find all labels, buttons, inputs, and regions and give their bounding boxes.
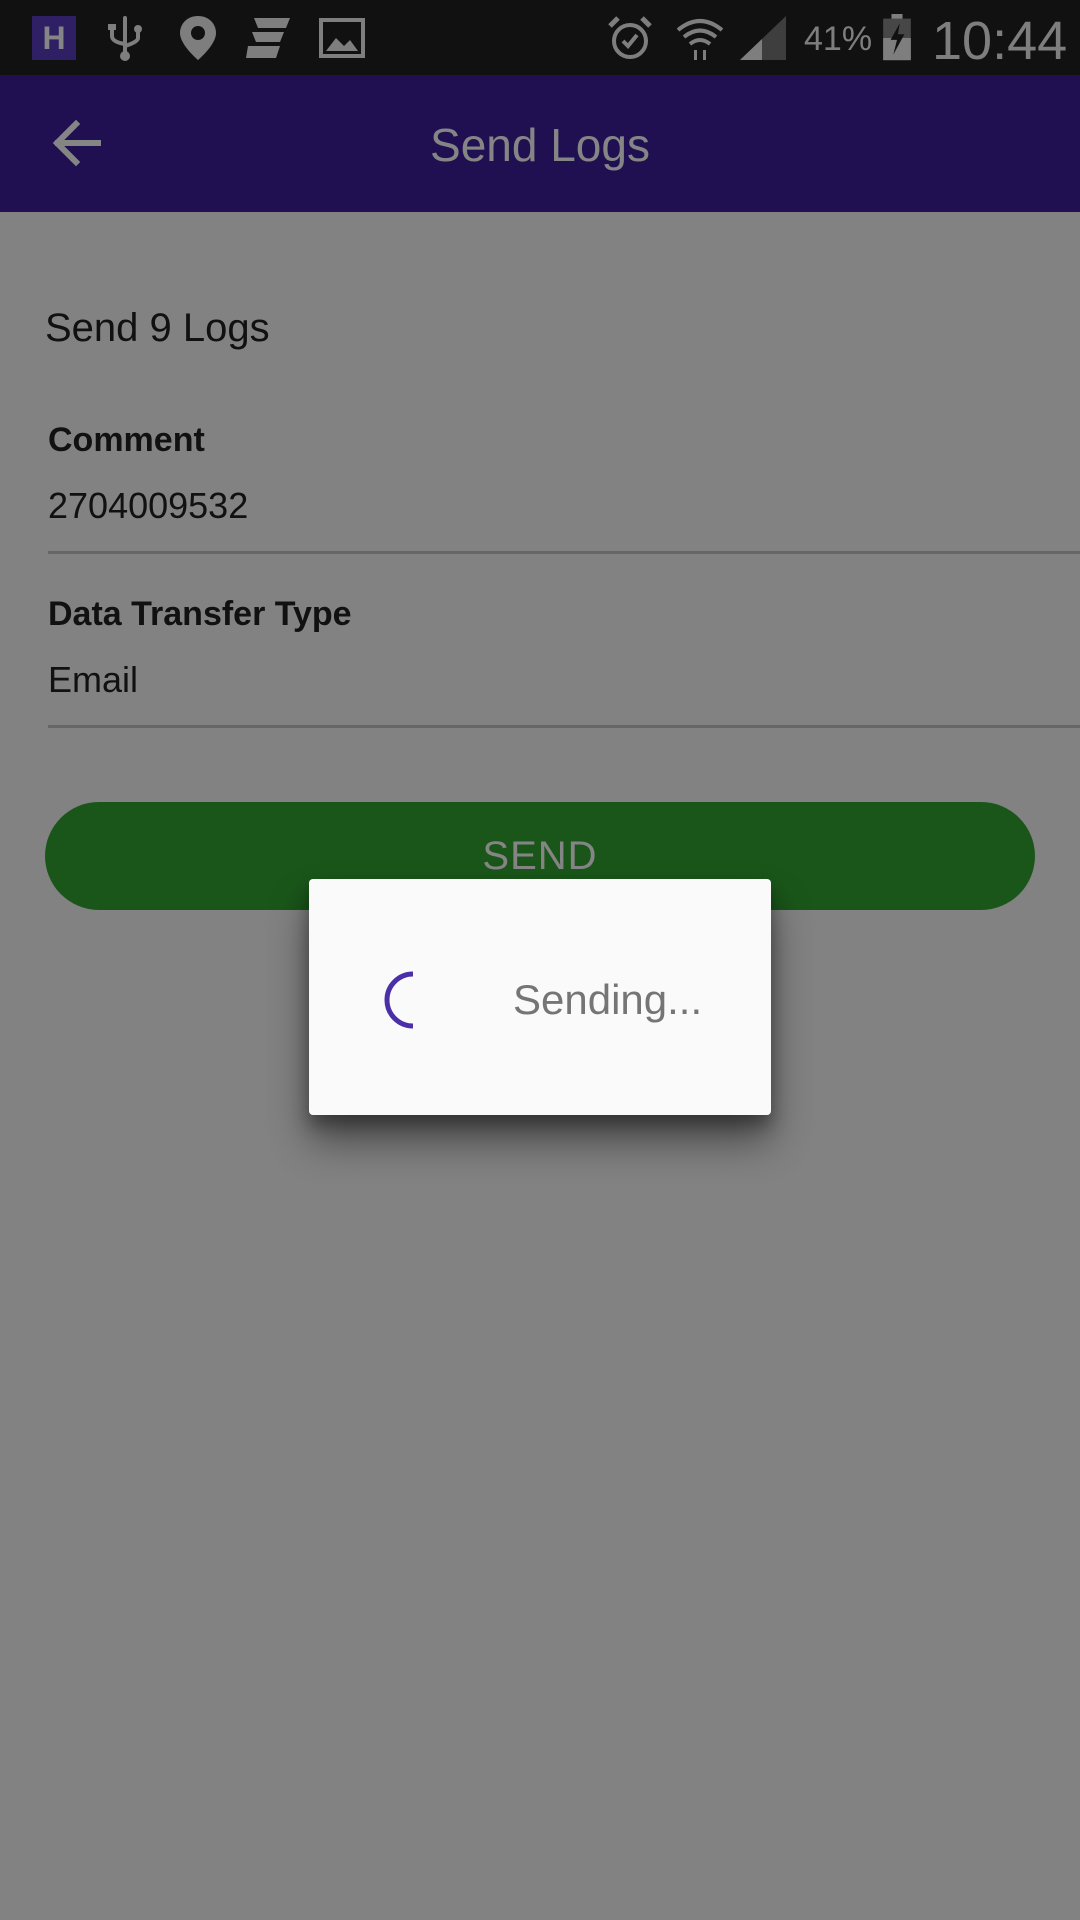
send-logs-screen: H 41% 10:44 Send Logs Send 9 Logs Commen… (0, 0, 1080, 1920)
progress-spinner-icon (384, 971, 414, 1029)
sending-message: Sending... (513, 976, 703, 1023)
sending-progress-dialog: Sending... (309, 879, 771, 1115)
